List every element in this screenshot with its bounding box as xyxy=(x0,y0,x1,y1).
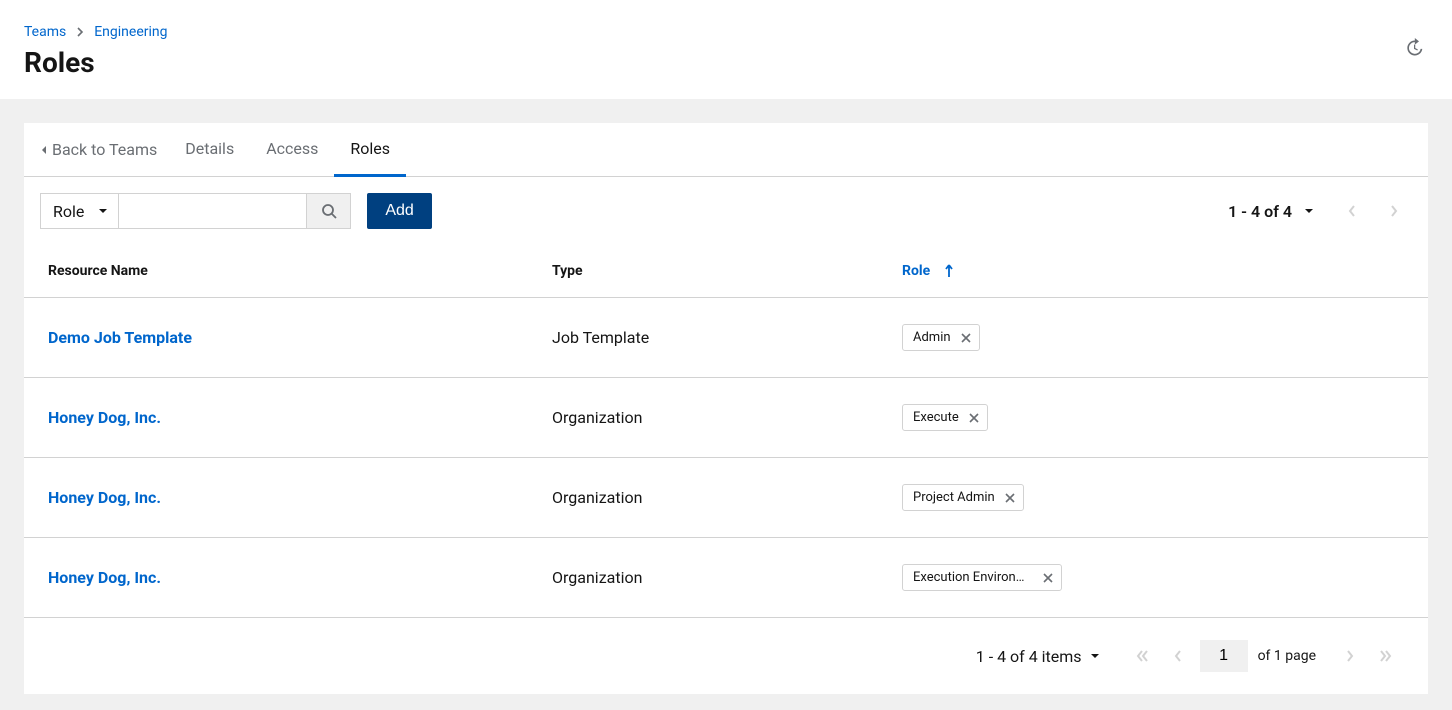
th-resource-name: Resource Name xyxy=(48,263,552,279)
caret-down-icon xyxy=(98,207,108,215)
role-chip: Admin xyxy=(902,324,980,351)
type-cell: Job Template xyxy=(552,328,902,347)
close-icon[interactable] xyxy=(1005,493,1015,503)
chevron-left-icon xyxy=(1173,649,1183,663)
next-page-button[interactable] xyxy=(1332,638,1368,674)
caret-left-icon xyxy=(40,145,48,155)
search-icon xyxy=(321,203,337,219)
chevron-left-icon xyxy=(1347,204,1357,218)
role-chip: Execute xyxy=(902,404,988,431)
close-icon[interactable] xyxy=(969,413,979,423)
resource-link[interactable]: Honey Dog, Inc. xyxy=(48,568,161,587)
role-chip-label: Execute xyxy=(913,410,959,425)
chevron-right-icon xyxy=(76,27,84,37)
role-chip: Project Admin xyxy=(902,484,1024,511)
page-number-input[interactable] xyxy=(1200,640,1248,672)
roles-table: Resource Name Type Role Demo Job Templat… xyxy=(24,245,1428,618)
footer-pagination: 1 - 4 of 4 items of 1 page xyxy=(24,618,1428,694)
th-role-label: Role xyxy=(902,263,930,279)
close-icon[interactable] xyxy=(1043,573,1053,583)
history-icon[interactable] xyxy=(1404,38,1424,58)
type-cell: Organization xyxy=(552,488,902,507)
back-to-teams-link[interactable]: Back to Teams xyxy=(40,124,169,175)
table-row: Honey Dog, Inc. Organization Execute xyxy=(24,378,1428,458)
table-row: Honey Dog, Inc. Organization Project Admin xyxy=(24,458,1428,538)
sort-ascending-icon xyxy=(944,264,954,278)
page-title: Roles xyxy=(24,46,1428,79)
add-button[interactable]: Add xyxy=(367,193,431,229)
last-page-button[interactable] xyxy=(1368,638,1404,674)
filter-group: Role xyxy=(40,193,351,229)
th-role-sort[interactable]: Role xyxy=(902,263,954,279)
breadcrumb: Teams Engineering xyxy=(24,24,1428,40)
caret-down-icon[interactable] xyxy=(1090,652,1100,660)
resource-link[interactable]: Honey Dog, Inc. xyxy=(48,488,161,507)
caret-down-icon[interactable] xyxy=(1304,207,1314,215)
prev-page-button[interactable] xyxy=(1160,638,1196,674)
tab-roles[interactable]: Roles xyxy=(334,123,406,177)
resource-link[interactable]: Demo Job Template xyxy=(48,328,192,347)
role-chip-label: Admin xyxy=(913,330,951,345)
role-chip-label: Execution Environme… xyxy=(913,570,1033,585)
chevron-right-icon xyxy=(1389,204,1399,218)
total-pages-text: of 1 page xyxy=(1258,648,1316,664)
breadcrumb-link-engineering[interactable]: Engineering xyxy=(94,24,167,40)
back-link-label: Back to Teams xyxy=(52,140,157,159)
role-chip: Execution Environme… xyxy=(902,564,1062,591)
prev-page-button[interactable] xyxy=(1334,193,1370,229)
table-row: Demo Job Template Job Template Admin xyxy=(24,298,1428,378)
chevron-right-icon xyxy=(1345,649,1355,663)
role-chip-label: Project Admin xyxy=(913,490,995,505)
top-pagination-text: 1 - 4 of 4 xyxy=(1228,202,1292,221)
next-page-button[interactable] xyxy=(1376,193,1412,229)
tabs: Back to Teams Details Access Roles xyxy=(24,123,1428,177)
filter-select-label: Role xyxy=(53,202,84,221)
th-type: Type xyxy=(552,263,902,279)
breadcrumb-link-teams[interactable]: Teams xyxy=(24,24,66,40)
filter-input[interactable] xyxy=(119,193,307,229)
first-page-button[interactable] xyxy=(1124,638,1160,674)
chevron-double-right-icon xyxy=(1379,649,1393,663)
table-row: Honey Dog, Inc. Organization Execution Env… xyxy=(24,538,1428,618)
tab-access[interactable]: Access xyxy=(250,123,334,177)
chevron-double-left-icon xyxy=(1135,649,1149,663)
table-header: Resource Name Type Role xyxy=(24,245,1428,298)
filter-type-select[interactable]: Role xyxy=(40,193,119,229)
resource-link[interactable]: Honey Dog, Inc. xyxy=(48,408,161,427)
toolbar: Role Add 1 - 4 of 4 xyxy=(24,177,1428,245)
close-icon[interactable] xyxy=(961,333,971,343)
type-cell: Organization xyxy=(552,408,902,427)
tab-details[interactable]: Details xyxy=(169,123,250,177)
search-button[interactable] xyxy=(307,193,351,229)
type-cell: Organization xyxy=(552,568,902,587)
